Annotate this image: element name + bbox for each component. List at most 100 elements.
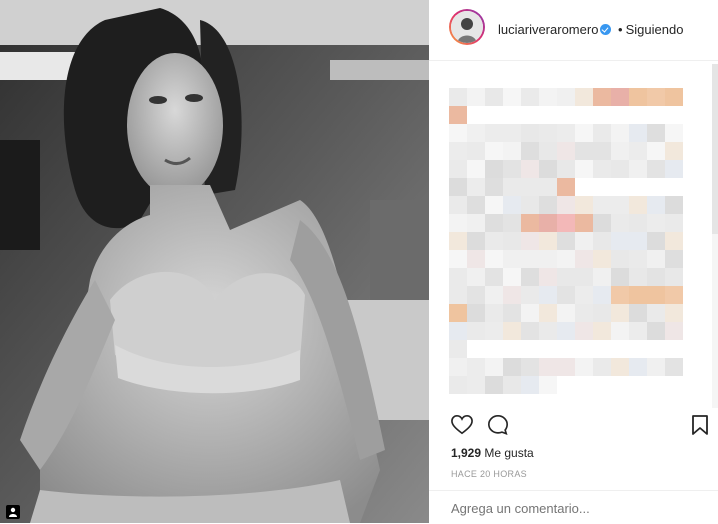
mosaic-cell — [629, 214, 647, 232]
mosaic-cell — [611, 322, 629, 340]
mosaic-cell — [611, 178, 629, 196]
mosaic-cell — [575, 286, 593, 304]
mosaic-cell — [449, 124, 467, 142]
mosaic-cell — [557, 268, 575, 286]
mosaic-cell — [611, 214, 629, 232]
mosaic-cell — [575, 358, 593, 376]
mosaic-cell — [521, 304, 539, 322]
mosaic-cell — [611, 286, 629, 304]
mosaic-cell — [503, 304, 521, 322]
mosaic-cell — [575, 214, 593, 232]
mosaic-cell — [665, 214, 683, 232]
mosaic-cell — [629, 196, 647, 214]
heart-icon[interactable] — [451, 414, 473, 441]
mosaic-cell — [647, 196, 665, 214]
mosaic-cell — [629, 178, 647, 196]
mosaic-cell — [575, 268, 593, 286]
mosaic-cell — [575, 304, 593, 322]
mosaic-cell — [539, 340, 557, 358]
mosaic-cell — [557, 88, 575, 106]
user-tag-icon[interactable] — [6, 505, 20, 519]
mosaic-cell — [449, 178, 467, 196]
mosaic-cell — [629, 322, 647, 340]
mosaic-cell — [611, 376, 629, 394]
mosaic-cell — [485, 340, 503, 358]
mosaic-cell — [521, 268, 539, 286]
mosaic-cell — [467, 214, 485, 232]
mosaic-cell — [647, 88, 665, 106]
mosaic-cell — [449, 340, 467, 358]
mosaic-cell — [521, 88, 539, 106]
mosaic-cell — [485, 232, 503, 250]
mosaic-cell — [665, 106, 683, 124]
mosaic-cell — [611, 196, 629, 214]
mosaic-cell — [593, 340, 611, 358]
post-photo[interactable] — [0, 0, 429, 523]
mosaic-cell — [467, 286, 485, 304]
mosaic-cell — [503, 142, 521, 160]
mosaic-cell — [467, 322, 485, 340]
mosaic-cell — [593, 196, 611, 214]
mosaic-cell — [593, 106, 611, 124]
mosaic-cell — [503, 322, 521, 340]
avatar[interactable] — [449, 9, 485, 45]
mosaic-cell — [449, 358, 467, 376]
mosaic-cell — [539, 124, 557, 142]
mosaic-cell — [593, 250, 611, 268]
mosaic-cell — [521, 214, 539, 232]
username-link[interactable]: luciariveraromero — [498, 22, 598, 37]
mosaic-cell — [593, 142, 611, 160]
mosaic-cell — [557, 358, 575, 376]
mosaic-cell — [485, 124, 503, 142]
comment-input[interactable] — [451, 501, 691, 516]
mosaic-cell — [485, 214, 503, 232]
mosaic-cell — [557, 196, 575, 214]
mosaic-cell — [485, 268, 503, 286]
mosaic-cell — [485, 286, 503, 304]
mosaic-cell — [539, 214, 557, 232]
mosaic-cell — [575, 178, 593, 196]
mosaic-cell — [629, 340, 647, 358]
mosaic-cell — [593, 124, 611, 142]
mosaic-cell — [539, 142, 557, 160]
mosaic-cell — [665, 160, 683, 178]
mosaic-cell — [449, 214, 467, 232]
follow-status-button[interactable]: Siguiendo — [626, 22, 684, 37]
mosaic-cell — [539, 196, 557, 214]
mosaic-cell — [521, 358, 539, 376]
mosaic-cell — [647, 268, 665, 286]
mosaic-cell — [485, 304, 503, 322]
mosaic-cell — [557, 142, 575, 160]
mosaic-cell — [665, 178, 683, 196]
mosaic-cell — [521, 160, 539, 178]
mosaic-cell — [503, 160, 521, 178]
mosaic-cell — [647, 160, 665, 178]
mosaic-cell — [467, 88, 485, 106]
mosaic-cell — [503, 88, 521, 106]
mosaic-cell — [575, 376, 593, 394]
caption-scrollbar-thumb[interactable] — [712, 64, 718, 234]
mosaic-cell — [665, 250, 683, 268]
bookmark-icon[interactable] — [691, 414, 709, 441]
mosaic-cell — [521, 286, 539, 304]
mosaic-cell — [575, 106, 593, 124]
mosaic-cell — [503, 340, 521, 358]
post-timestamp[interactable]: HACE 20 HORAS — [451, 469, 527, 479]
mosaic-cell — [449, 88, 467, 106]
mosaic-cell — [557, 250, 575, 268]
likes-count[interactable]: 1,929 Me gusta — [451, 446, 534, 460]
mosaic-cell — [467, 376, 485, 394]
comment-icon[interactable] — [487, 414, 509, 441]
mosaic-cell — [593, 322, 611, 340]
mosaic-cell — [611, 232, 629, 250]
mosaic-cell — [611, 358, 629, 376]
mosaic-cell — [593, 376, 611, 394]
mosaic-cell — [575, 340, 593, 358]
mosaic-cell — [521, 124, 539, 142]
mosaic-cell — [611, 142, 629, 160]
mosaic-cell — [557, 322, 575, 340]
mosaic-cell — [629, 376, 647, 394]
mosaic-cell — [575, 322, 593, 340]
mosaic-cell — [593, 178, 611, 196]
mosaic-cell — [611, 106, 629, 124]
